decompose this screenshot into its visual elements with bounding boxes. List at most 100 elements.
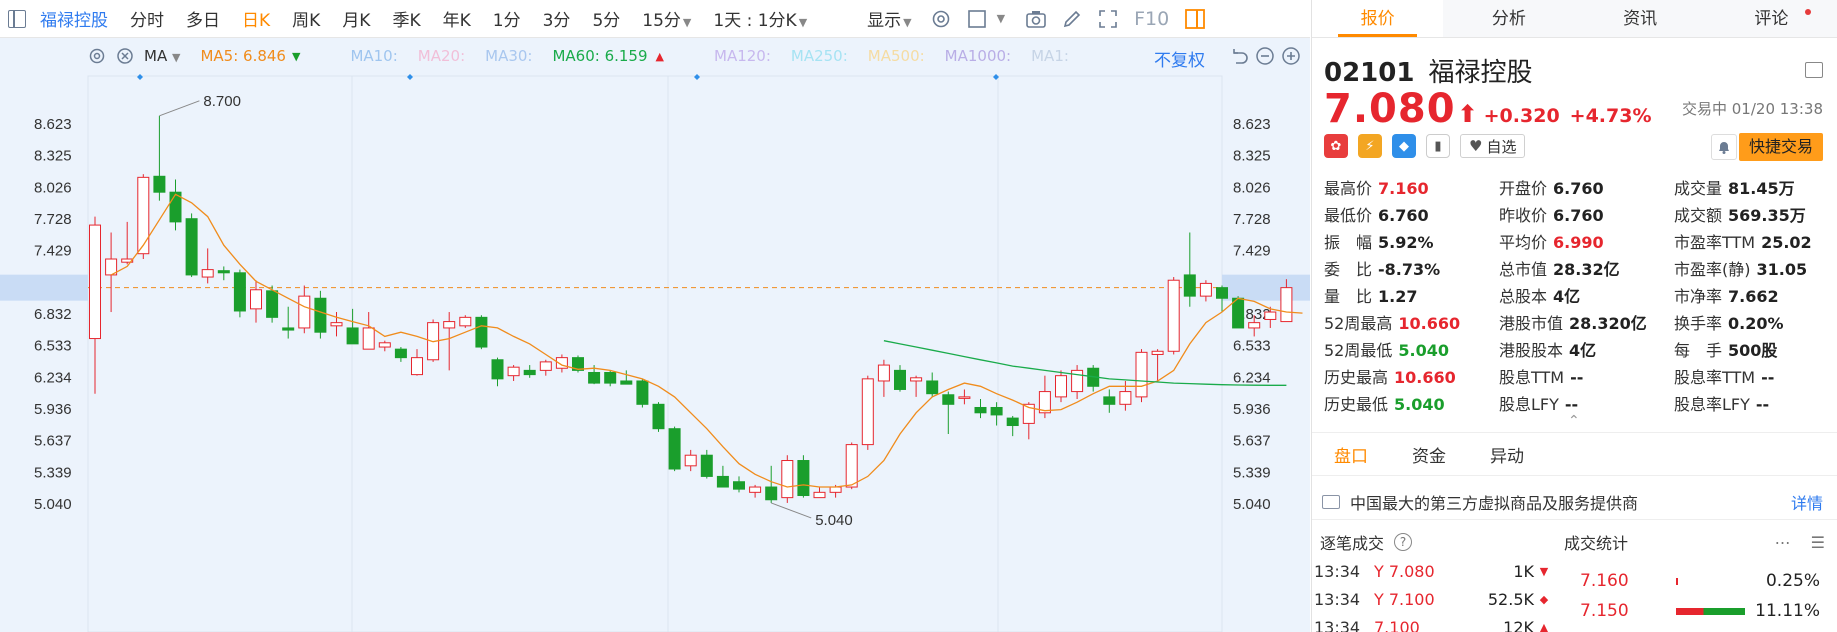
undo-icon[interactable] xyxy=(1228,45,1250,67)
stat-key: 52周最低 xyxy=(1324,341,1393,360)
sidebar-toggle-icon[interactable] xyxy=(8,9,26,28)
period-yearly-k[interactable]: 年K xyxy=(432,6,482,31)
fullscreen-icon[interactable] xyxy=(1097,8,1119,30)
tab-comments[interactable]: 评论 xyxy=(1706,0,1837,37)
period-15min-label: 15分 xyxy=(642,11,681,31)
period-5min[interactable]: 5分 xyxy=(581,6,631,31)
add-watchlist-button[interactable]: ♥ 自选 xyxy=(1460,134,1526,158)
y-tick-label-right: 6.234 xyxy=(1233,369,1271,386)
stat-value: 4亿 xyxy=(1569,341,1597,360)
trade-volume: 12K xyxy=(1503,618,1534,632)
list-icon[interactable]: ☰ xyxy=(1811,533,1825,552)
f10-button[interactable]: F10 xyxy=(1126,8,1177,30)
interval-dropdown[interactable]: 1天 : 1分K ▼ xyxy=(702,6,818,31)
period-weekly-k[interactable]: 周K xyxy=(281,6,331,31)
hk-flower-icon[interactable]: ✿ xyxy=(1324,134,1348,158)
camera-icon[interactable] xyxy=(1025,8,1047,30)
max-annotation-label: 8.700 xyxy=(203,93,241,110)
zoom-out-icon[interactable] xyxy=(1254,45,1276,67)
tab-capital[interactable]: 资金 xyxy=(1412,442,1446,467)
stat-item: 昨收价 6.760 xyxy=(1499,202,1674,229)
quick-trade-button[interactable]: 快捷交易 xyxy=(1738,133,1823,161)
distribution-price: 7.160 xyxy=(1580,571,1629,591)
stat-key: 股息LFY xyxy=(1499,395,1559,414)
badge-row: ✿ ⚡ ◆ ▮ ♥ 自选 xyxy=(1324,134,1526,158)
stat-item: 成交额 569.35万 xyxy=(1674,202,1829,229)
zoom-in-icon[interactable] xyxy=(1280,45,1302,67)
stat-key: 换手率 xyxy=(1674,314,1723,333)
stat-value: 81.45万 xyxy=(1728,179,1795,198)
candle-down xyxy=(491,359,504,380)
distribution-bar xyxy=(1676,578,1678,585)
candle-down xyxy=(716,475,729,488)
settings-gear-icon[interactable] xyxy=(930,8,952,30)
trades-list: 13:34 Y 7.080 1K ▼ 13:34 Y 7.100 52.5K ◆ 13:34 7.… xyxy=(1314,558,1564,632)
stat-value: 5.040 xyxy=(1398,341,1449,360)
help-icon[interactable]: ? xyxy=(1394,533,1413,551)
y-tick-label-right: 5.339 xyxy=(1233,464,1271,481)
candle-down xyxy=(282,327,295,331)
stock-name-label[interactable]: 福禄控股 xyxy=(34,6,119,31)
settings-gear-icon[interactable] xyxy=(88,47,106,65)
stat-value: 28.32亿 xyxy=(1553,260,1620,279)
stat-item: 最高价 7.160 xyxy=(1324,175,1499,202)
ma5-down-arrow-icon: ▼ xyxy=(291,49,301,63)
stat-key: 港股市值 xyxy=(1499,314,1564,333)
candle-down xyxy=(1006,417,1019,427)
color-box-icon[interactable] xyxy=(966,8,988,30)
period-monthly-k[interactable]: 月K xyxy=(331,6,381,31)
candle-down xyxy=(233,272,246,312)
chart-toolbar: 福禄控股 分时 多日 日K 周K 月K 季K 年K 1分 3分 5分 15分 ▼ … xyxy=(0,0,1310,38)
bell-icon[interactable] xyxy=(1711,134,1737,160)
panel-toggle-icon[interactable] xyxy=(1184,8,1206,30)
tab-quote[interactable]: 报价 xyxy=(1312,0,1444,37)
candle-up xyxy=(781,460,794,499)
stat-item: 历史最低 5.040 xyxy=(1324,391,1499,418)
chevron-up-icon[interactable]: ⌃ xyxy=(1568,413,1580,429)
stat-key: 总市值 xyxy=(1499,260,1548,279)
period-15min-dropdown[interactable]: 15分 ▼ xyxy=(631,6,702,31)
tab-analysis[interactable]: 分析 xyxy=(1443,0,1574,37)
ma20-value: MA20: xyxy=(417,47,466,65)
display-dropdown[interactable]: 显示 ▼ xyxy=(856,6,922,31)
tab-news[interactable]: 资讯 xyxy=(1575,0,1706,37)
period-quarterly-k[interactable]: 季K xyxy=(381,6,431,31)
ma1000-value: MA1000: xyxy=(944,47,1012,65)
stock-code: 02101 xyxy=(1324,58,1415,88)
close-circle-icon[interactable] xyxy=(116,47,134,65)
more-dots-icon[interactable]: ⋯ xyxy=(1775,533,1791,552)
bookmark-icon[interactable]: ▮ xyxy=(1426,134,1450,158)
candle-down xyxy=(217,270,230,274)
stats-grid: 最高价 7.160 开盘价 6.760 成交量 81.45万 最低价 6.760 昨收价 6.76… xyxy=(1324,175,1829,418)
kline-chart-svg[interactable]: 8.623 8.623 8.325 8.325 8.026 8.026 7.728 7.728… xyxy=(0,38,1310,632)
panel-collapse-icon[interactable] xyxy=(1805,62,1823,78)
tag-icon[interactable]: ◆ xyxy=(1392,134,1416,158)
kline-chart[interactable]: 8.623 8.623 8.325 8.325 8.026 8.026 7.728 7.728… xyxy=(0,38,1310,632)
period-intraday[interactable]: 分时 xyxy=(119,6,175,31)
unadjusted-toggle[interactable]: 不复权 xyxy=(1154,46,1205,71)
pencil-icon[interactable] xyxy=(1061,8,1083,30)
period-multiday[interactable]: 多日 xyxy=(175,6,231,31)
candle-up xyxy=(845,444,858,488)
tab-anomaly[interactable]: 异动 xyxy=(1490,442,1524,467)
stat-value: -- xyxy=(1761,368,1775,387)
ma-selector-label: MA xyxy=(144,47,168,65)
price-change: +0.320 xyxy=(1483,105,1560,127)
trade-direction-icon: ▲ xyxy=(1539,621,1549,632)
period-3min[interactable]: 3分 xyxy=(532,6,582,31)
ma-selector[interactable]: MA ▼ xyxy=(144,47,180,65)
lightning-icon[interactable]: ⚡ xyxy=(1358,134,1382,158)
period-daily-k[interactable]: 日K xyxy=(231,6,281,31)
stat-item: 港股市值 28.320亿 xyxy=(1499,310,1674,337)
detail-link[interactable]: 详情 xyxy=(1791,490,1823,514)
period-1min[interactable]: 1分 xyxy=(482,6,532,31)
y-tick-label-right: 5.637 xyxy=(1233,433,1271,450)
notification-dot xyxy=(1805,9,1811,15)
chevron-down-icon[interactable]: ▼ xyxy=(997,12,1005,25)
stat-key: 成交额 xyxy=(1674,206,1723,225)
y-tick-label-left: 7.429 xyxy=(34,243,72,260)
candle-down xyxy=(475,316,488,348)
tab-orderbook[interactable]: 盘口 xyxy=(1334,442,1368,467)
chevron-down-icon: ▼ xyxy=(903,16,912,29)
trade-time: 13:34 xyxy=(1314,562,1361,581)
